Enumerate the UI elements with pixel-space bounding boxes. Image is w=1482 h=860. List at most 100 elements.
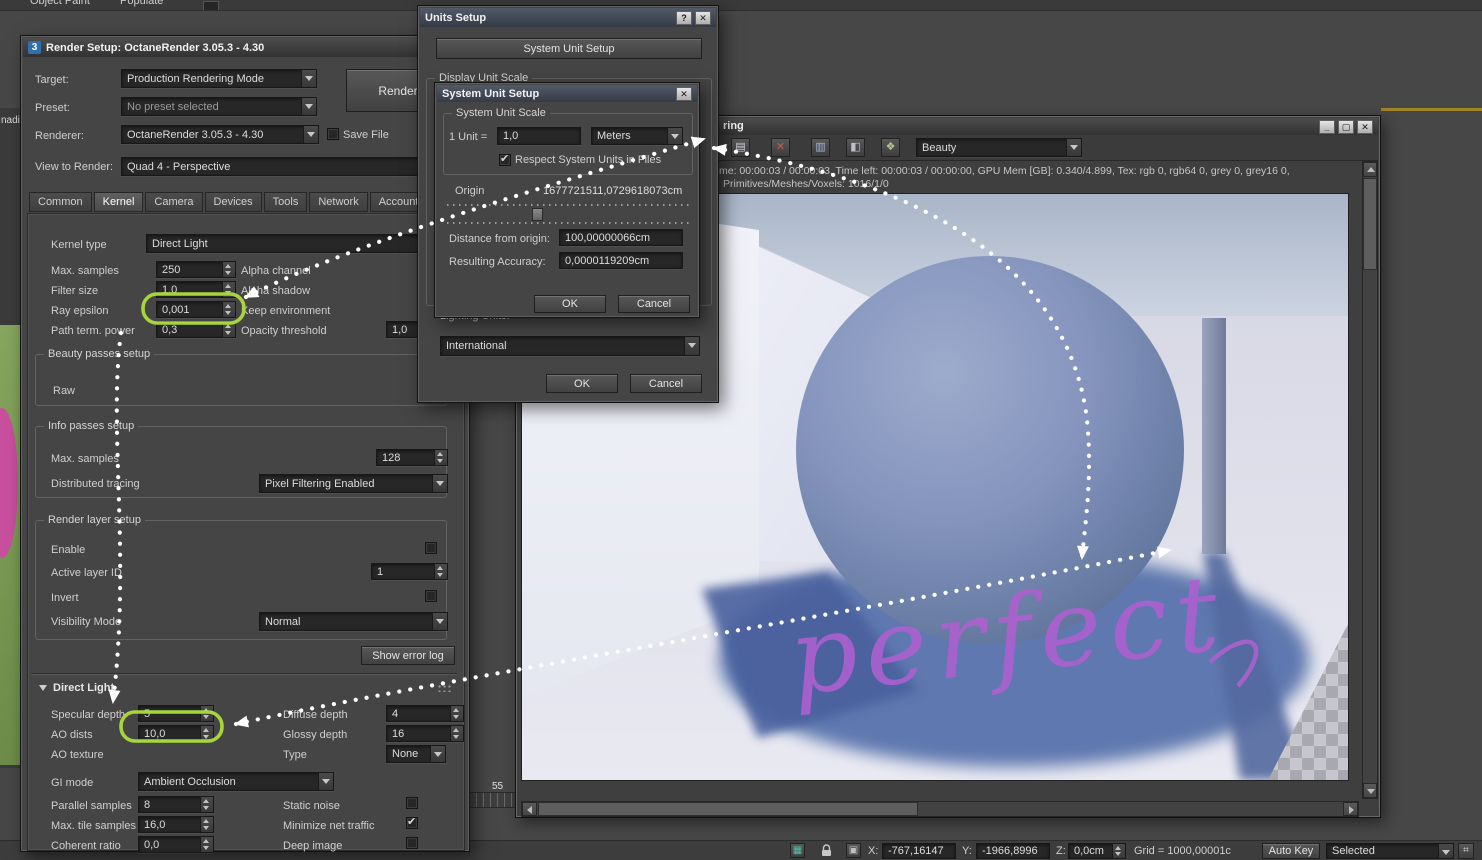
respect-units-checkbox[interactable] — [499, 152, 511, 166]
chevron-down-icon[interactable] — [684, 337, 699, 355]
z-spinner[interactable] — [1112, 844, 1125, 858]
chevron-down-icon[interactable] — [667, 128, 682, 144]
spinner-arrows-icon[interactable] — [450, 726, 463, 741]
units-cancel-button[interactable]: Cancel — [630, 374, 702, 393]
keyboard-shortcut-icon[interactable]: ⌗ — [1458, 843, 1474, 859]
selection-lock-icon[interactable] — [820, 843, 833, 860]
static-noise-checkbox[interactable] — [406, 797, 418, 809]
spinner-arrows-icon[interactable] — [222, 322, 235, 337]
chevron-down-icon[interactable] — [318, 773, 333, 790]
render-settings-icon[interactable]: ❖ — [881, 138, 900, 157]
origin-slider-handle[interactable] — [532, 208, 543, 221]
save-image-icon[interactable]: ▤ — [731, 138, 750, 157]
minimize-net-traffic-checkbox[interactable] — [406, 815, 418, 829]
tab-common[interactable]: Common — [29, 192, 92, 212]
menubar-icon[interactable] — [203, 1, 219, 10]
origin-ruler[interactable] — [447, 204, 689, 206]
render-setup-titlebar[interactable]: 3 Render Setup: OctaneRender 3.05.3 - 4.… — [23, 38, 467, 57]
clone-buffer-icon[interactable]: ▥ — [811, 138, 830, 157]
auto-key-button[interactable]: Auto Key — [1262, 843, 1320, 859]
parallel-samples-spinner[interactable]: 8 — [138, 796, 214, 813]
max-samples-spinner[interactable]: 250 — [156, 261, 236, 278]
minimize-icon[interactable]: _ — [1319, 119, 1335, 134]
units-ok-button[interactable]: OK — [546, 374, 618, 393]
selection-region-icon[interactable]: ▣ — [846, 843, 861, 858]
spinner-arrows-icon[interactable] — [222, 262, 235, 277]
info-max-samples-spinner[interactable]: 128 — [376, 449, 448, 466]
vertical-scrollbar[interactable] — [1362, 161, 1378, 799]
unit-value-input[interactable]: 1,0 — [497, 127, 581, 145]
chevron-down-icon[interactable] — [430, 746, 445, 762]
scroll-up-icon[interactable] — [1363, 162, 1377, 177]
max-tile-samples-spinner[interactable]: 16,0 — [138, 816, 214, 833]
glossy-depth-spinner[interactable]: 16 — [386, 725, 464, 742]
renderer-dropdown[interactable]: OctaneRender 3.05.3 - 4.30 — [121, 125, 319, 144]
menu-populate[interactable]: Populate — [120, 0, 163, 8]
maximize-icon[interactable]: ▢ — [1338, 119, 1354, 134]
spinner-arrows-icon[interactable] — [450, 706, 463, 721]
show-error-log-button[interactable]: Show error log — [361, 646, 455, 665]
system-unit-ok-button[interactable]: OK — [534, 295, 606, 313]
distributed-tracing-dropdown[interactable]: Pixel Filtering Enabled — [259, 474, 448, 493]
system-unit-cancel-button[interactable]: Cancel — [618, 295, 690, 313]
horizontal-scrollbar[interactable] — [521, 801, 1359, 817]
system-unit-setup-button[interactable]: System Unit Setup — [436, 38, 702, 59]
tab-network[interactable]: Network — [309, 192, 368, 212]
spinner-arrows-icon[interactable] — [222, 282, 235, 297]
chevron-down-icon[interactable] — [301, 70, 316, 87]
channel-display-icon[interactable]: ◧ — [846, 138, 865, 157]
spinner-arrows-icon[interactable] — [200, 726, 213, 741]
units-setup-titlebar[interactable]: Units Setup ? ✕ — [420, 8, 716, 27]
scroll-left-icon[interactable] — [522, 802, 537, 816]
clear-image-icon[interactable]: ✕ — [771, 138, 790, 157]
ao-dists-spinner[interactable]: 10,0 — [138, 725, 214, 742]
unit-type-dropdown[interactable]: Meters — [591, 127, 683, 145]
preset-dropdown[interactable]: No preset selected — [121, 97, 317, 116]
filter-size-spinner[interactable]: 1,0 — [156, 281, 236, 298]
spinner-arrows-icon[interactable] — [200, 817, 213, 832]
tab-devices[interactable]: Devices — [204, 192, 262, 212]
raw-label[interactable]: Raw — [53, 385, 75, 398]
view-to-render-dropdown[interactable]: Quad 4 - Perspective — [121, 157, 447, 176]
spinner-arrows-icon[interactable] — [222, 302, 235, 317]
close-icon[interactable]: ✕ — [695, 10, 711, 25]
system-unit-titlebar[interactable]: System Unit Setup ✕ — [437, 85, 697, 102]
chevron-down-icon[interactable] — [303, 126, 318, 143]
spinner-arrows-icon[interactable] — [434, 564, 447, 579]
vertical-scroll-thumb[interactable] — [1363, 178, 1377, 270]
deep-image-checkbox[interactable] — [406, 837, 418, 849]
rollout-grip[interactable] — [437, 684, 453, 692]
menu-object-paint[interactable]: Object Paint — [30, 0, 90, 8]
target-dropdown[interactable]: Production Rendering Mode — [121, 69, 317, 88]
spinner-arrows-icon[interactable] — [200, 837, 213, 852]
enable-checkbox[interactable] — [425, 542, 437, 554]
close-icon[interactable]: ✕ — [676, 86, 692, 101]
chevron-down-icon[interactable] — [1066, 139, 1081, 156]
spinner-arrows-icon[interactable] — [200, 797, 213, 812]
tab-camera[interactable]: Camera — [145, 192, 203, 212]
active-layer-id-spinner[interactable]: 1 — [371, 563, 448, 580]
chevron-down-icon[interactable] — [432, 613, 447, 630]
help-icon[interactable]: ? — [676, 10, 692, 25]
lighting-units-dropdown[interactable]: International — [440, 336, 700, 356]
save-file-checkbox[interactable] — [327, 128, 339, 140]
chevron-down-icon[interactable] — [432, 475, 447, 492]
grid-table-icon[interactable]: ▦ — [790, 843, 805, 858]
spinner-arrows-icon[interactable] — [434, 450, 447, 465]
tab-kernel[interactable]: Kernel — [93, 192, 144, 212]
coord-y-field[interactable]: -1966,8996 — [976, 843, 1050, 859]
chevron-down-icon[interactable] — [301, 98, 316, 115]
kernel-type-dropdown[interactable]: Direct Light — [146, 234, 438, 253]
close-icon[interactable]: ✕ — [1357, 119, 1373, 134]
collapse-arrow-icon[interactable] — [39, 685, 47, 691]
path-term-power-spinner[interactable]: 0,3 — [156, 321, 236, 338]
horizontal-scroll-thumb[interactable] — [538, 802, 918, 816]
selected-filter-dropdown[interactable]: Selected — [1326, 843, 1454, 859]
direct-light-header[interactable]: Direct Light — [53, 682, 114, 695]
coord-z-field[interactable]: 0,0cm — [1068, 843, 1126, 859]
gi-mode-dropdown[interactable]: Ambient Occlusion — [138, 772, 334, 791]
coherent-ratio-spinner[interactable]: 0,0 — [138, 836, 214, 853]
channel-dropdown[interactable]: Beauty — [916, 138, 1082, 157]
ray-epsilon-spinner[interactable]: 0,001 — [156, 301, 236, 318]
spinner-arrows-icon[interactable] — [200, 706, 213, 721]
